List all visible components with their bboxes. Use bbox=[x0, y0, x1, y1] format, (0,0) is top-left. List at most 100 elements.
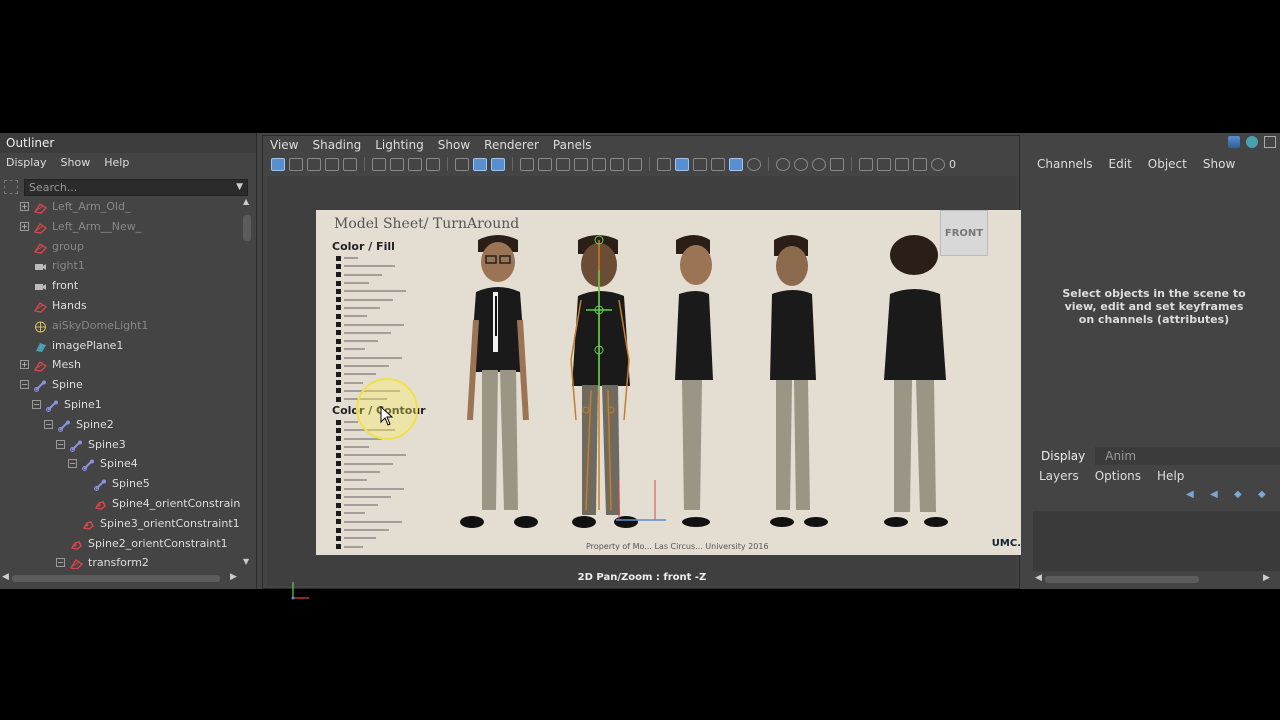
safe-action-icon[interactable] bbox=[610, 157, 624, 171]
outliner-vertical-scrollbar[interactable]: ▲ ▼ bbox=[240, 197, 254, 569]
wireframe-icon[interactable] bbox=[657, 157, 671, 171]
outliner-item[interactable]: group bbox=[0, 237, 240, 257]
lights-icon[interactable] bbox=[747, 157, 761, 171]
select-camera-icon[interactable] bbox=[271, 157, 285, 171]
dropdown-arrow-icon[interactable]: ▼ bbox=[236, 182, 243, 192]
menu-edit[interactable]: Edit bbox=[1109, 157, 1132, 171]
collapse-icon[interactable]: − bbox=[20, 380, 29, 390]
outliner-item[interactable]: − Spine1 bbox=[0, 395, 240, 415]
collapse-icon[interactable]: − bbox=[68, 459, 77, 469]
image-plane-icon[interactable] bbox=[325, 157, 339, 171]
collapse-icon[interactable]: − bbox=[56, 558, 65, 568]
grease-pencil-icon[interactable] bbox=[426, 157, 440, 171]
collapse-icon[interactable]: − bbox=[44, 419, 53, 429]
viewport-canvas[interactable]: Model Sheet/ TurnAround Color / Fill Col… bbox=[267, 176, 1021, 600]
motion-blur-icon[interactable] bbox=[812, 157, 826, 171]
resolution-gate-icon[interactable] bbox=[408, 157, 422, 171]
smooth-shade-icon[interactable] bbox=[675, 157, 689, 171]
camera-icon[interactable] bbox=[372, 157, 386, 171]
shadows-icon[interactable] bbox=[776, 157, 790, 171]
exposure-value[interactable]: 0 bbox=[949, 158, 956, 171]
menu-display[interactable]: Display bbox=[6, 156, 47, 169]
scroll-thumb[interactable] bbox=[12, 575, 220, 582]
scroll-right-icon[interactable]: ▶ bbox=[230, 572, 237, 582]
collapse-icon[interactable]: − bbox=[56, 439, 65, 449]
pencil-icon[interactable] bbox=[491, 157, 505, 171]
modeling-toolkit-icon[interactable] bbox=[1246, 136, 1258, 148]
outliner-item[interactable]: − Spine4 bbox=[0, 454, 240, 474]
menu-layers[interactable]: Layers bbox=[1039, 469, 1079, 483]
expand-icon[interactable]: + bbox=[20, 360, 29, 370]
textured-icon[interactable] bbox=[729, 157, 743, 171]
drag-handle-icon[interactable] bbox=[4, 180, 18, 194]
menu-show[interactable]: Show bbox=[438, 138, 470, 152]
outliner-item[interactable]: − transform2 bbox=[0, 553, 240, 569]
menu-lighting[interactable]: Lighting bbox=[375, 138, 424, 152]
film-gate-icon[interactable] bbox=[390, 157, 404, 171]
outliner-item[interactable]: + Left_Arm__New_ bbox=[0, 217, 240, 237]
anti-aliasing-icon[interactable] bbox=[830, 157, 844, 171]
outliner-horizontal-scrollbar[interactable]: ◀ ▶ bbox=[0, 571, 240, 585]
field-chart-icon[interactable] bbox=[592, 157, 606, 171]
outliner-item[interactable]: front bbox=[0, 276, 240, 296]
move-layer-up-icon[interactable]: ◀ bbox=[1186, 489, 1200, 500]
outliner-item[interactable]: imagePlane1 bbox=[0, 336, 240, 356]
outliner-item[interactable]: + Left_Arm_Old_ bbox=[0, 197, 240, 217]
menu-object[interactable]: Object bbox=[1148, 157, 1187, 171]
expand-icon[interactable]: + bbox=[20, 221, 29, 231]
layer-list[interactable] bbox=[1033, 511, 1280, 571]
ambient-occlusion-icon[interactable] bbox=[794, 157, 808, 171]
default-material-icon[interactable] bbox=[693, 157, 707, 171]
tab-anim[interactable]: Anim bbox=[1095, 447, 1147, 465]
search-input[interactable]: Search... ▼ bbox=[24, 178, 248, 196]
new-layer-icon[interactable]: ◆ bbox=[1234, 489, 1248, 500]
wireframe-on-shaded-icon[interactable] bbox=[711, 157, 725, 171]
outliner-item[interactable]: aiSkyDomeLight1 bbox=[0, 316, 240, 336]
outliner-item[interactable]: − Spine bbox=[0, 375, 240, 395]
tool-settings-icon[interactable] bbox=[1264, 136, 1276, 148]
scroll-left-icon[interactable]: ◀ bbox=[1035, 573, 1042, 583]
outliner-item[interactable]: Hands bbox=[0, 296, 240, 316]
resolution-gate-toggle-icon[interactable] bbox=[556, 157, 570, 171]
bookmark-icon[interactable] bbox=[307, 157, 321, 171]
grid-icon[interactable] bbox=[520, 157, 534, 171]
outliner-item[interactable]: right1 bbox=[0, 256, 240, 276]
xray-joints-icon[interactable] bbox=[895, 157, 909, 171]
outliner-item[interactable]: Spine3_orientConstraint1 bbox=[0, 514, 240, 534]
scroll-up-icon[interactable]: ▲ bbox=[243, 197, 249, 206]
xray-components-icon[interactable] bbox=[913, 157, 927, 171]
2d-pan-zoom-icon[interactable] bbox=[473, 157, 487, 171]
move-layer-down-icon[interactable]: ◀ bbox=[1210, 489, 1224, 500]
menu-options[interactable]: Options bbox=[1095, 469, 1141, 483]
collapse-icon[interactable]: − bbox=[32, 399, 41, 409]
gate-mask-icon[interactable] bbox=[574, 157, 588, 171]
outliner-item[interactable]: Spine5 bbox=[0, 474, 240, 494]
isolate-select-icon[interactable] bbox=[859, 157, 873, 171]
outliner-item[interactable]: Spine4_orientConstraint1 bbox=[0, 494, 240, 514]
menu-show[interactable]: Show bbox=[61, 156, 91, 169]
outliner-item[interactable]: − Spine3 bbox=[0, 435, 240, 455]
outliner-item[interactable]: + Mesh bbox=[0, 355, 240, 375]
attribute-editor-icon[interactable] bbox=[1228, 136, 1240, 148]
menu-panels[interactable]: Panels bbox=[553, 138, 592, 152]
menu-help[interactable]: Help bbox=[104, 156, 129, 169]
outliner-item[interactable]: Spine2_orientConstraint1 bbox=[0, 534, 240, 554]
scroll-left-icon[interactable]: ◀ bbox=[2, 572, 9, 582]
menu-show[interactable]: Show bbox=[1203, 157, 1235, 171]
layer-horizontal-scrollbar[interactable]: ◀ ▶ bbox=[1035, 573, 1273, 585]
new-layer-selected-icon[interactable]: ◆ bbox=[1258, 489, 1272, 500]
menu-shading[interactable]: Shading bbox=[312, 138, 361, 152]
xray-icon[interactable] bbox=[877, 157, 891, 171]
scroll-right-icon[interactable]: ▶ bbox=[1263, 573, 1270, 583]
camera-attributes-icon[interactable] bbox=[289, 157, 303, 171]
menu-view[interactable]: View bbox=[270, 138, 298, 152]
exposure-icon[interactable] bbox=[931, 157, 945, 171]
outliner-item[interactable]: − Spine2 bbox=[0, 415, 240, 435]
menu-renderer[interactable]: Renderer bbox=[484, 138, 539, 152]
expand-icon[interactable]: + bbox=[20, 202, 29, 211]
menu-help[interactable]: Help bbox=[1157, 469, 1184, 483]
film-gate-toggle-icon[interactable] bbox=[538, 157, 552, 171]
tab-display[interactable]: Display bbox=[1031, 447, 1096, 465]
menu-channels[interactable]: Channels bbox=[1037, 157, 1093, 171]
pan-zoom-icon[interactable] bbox=[455, 157, 469, 171]
